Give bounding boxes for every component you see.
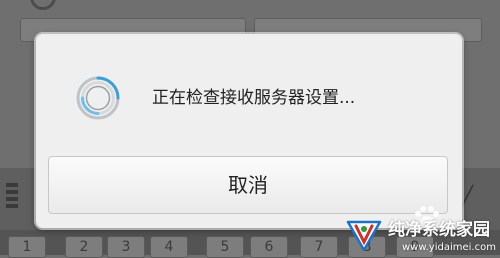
dialog-message: 正在检查接收服务器设置...	[152, 88, 356, 108]
watermark-url: www.yidaimei.com	[402, 242, 496, 253]
watermark-text: 纯净系统家园	[388, 220, 490, 240]
radio-icon	[30, 0, 56, 10]
watermark-logo-icon	[346, 220, 382, 252]
cancel-button[interactable]: 取消	[48, 156, 448, 214]
loading-spinner-icon	[76, 76, 120, 120]
watermark: 纯净系统家园 www.yidaimei.com	[342, 206, 500, 255]
progress-dialog: 正在检查接收服务器设置... 取消	[36, 34, 462, 228]
background-toolbar-icon	[6, 183, 18, 209]
